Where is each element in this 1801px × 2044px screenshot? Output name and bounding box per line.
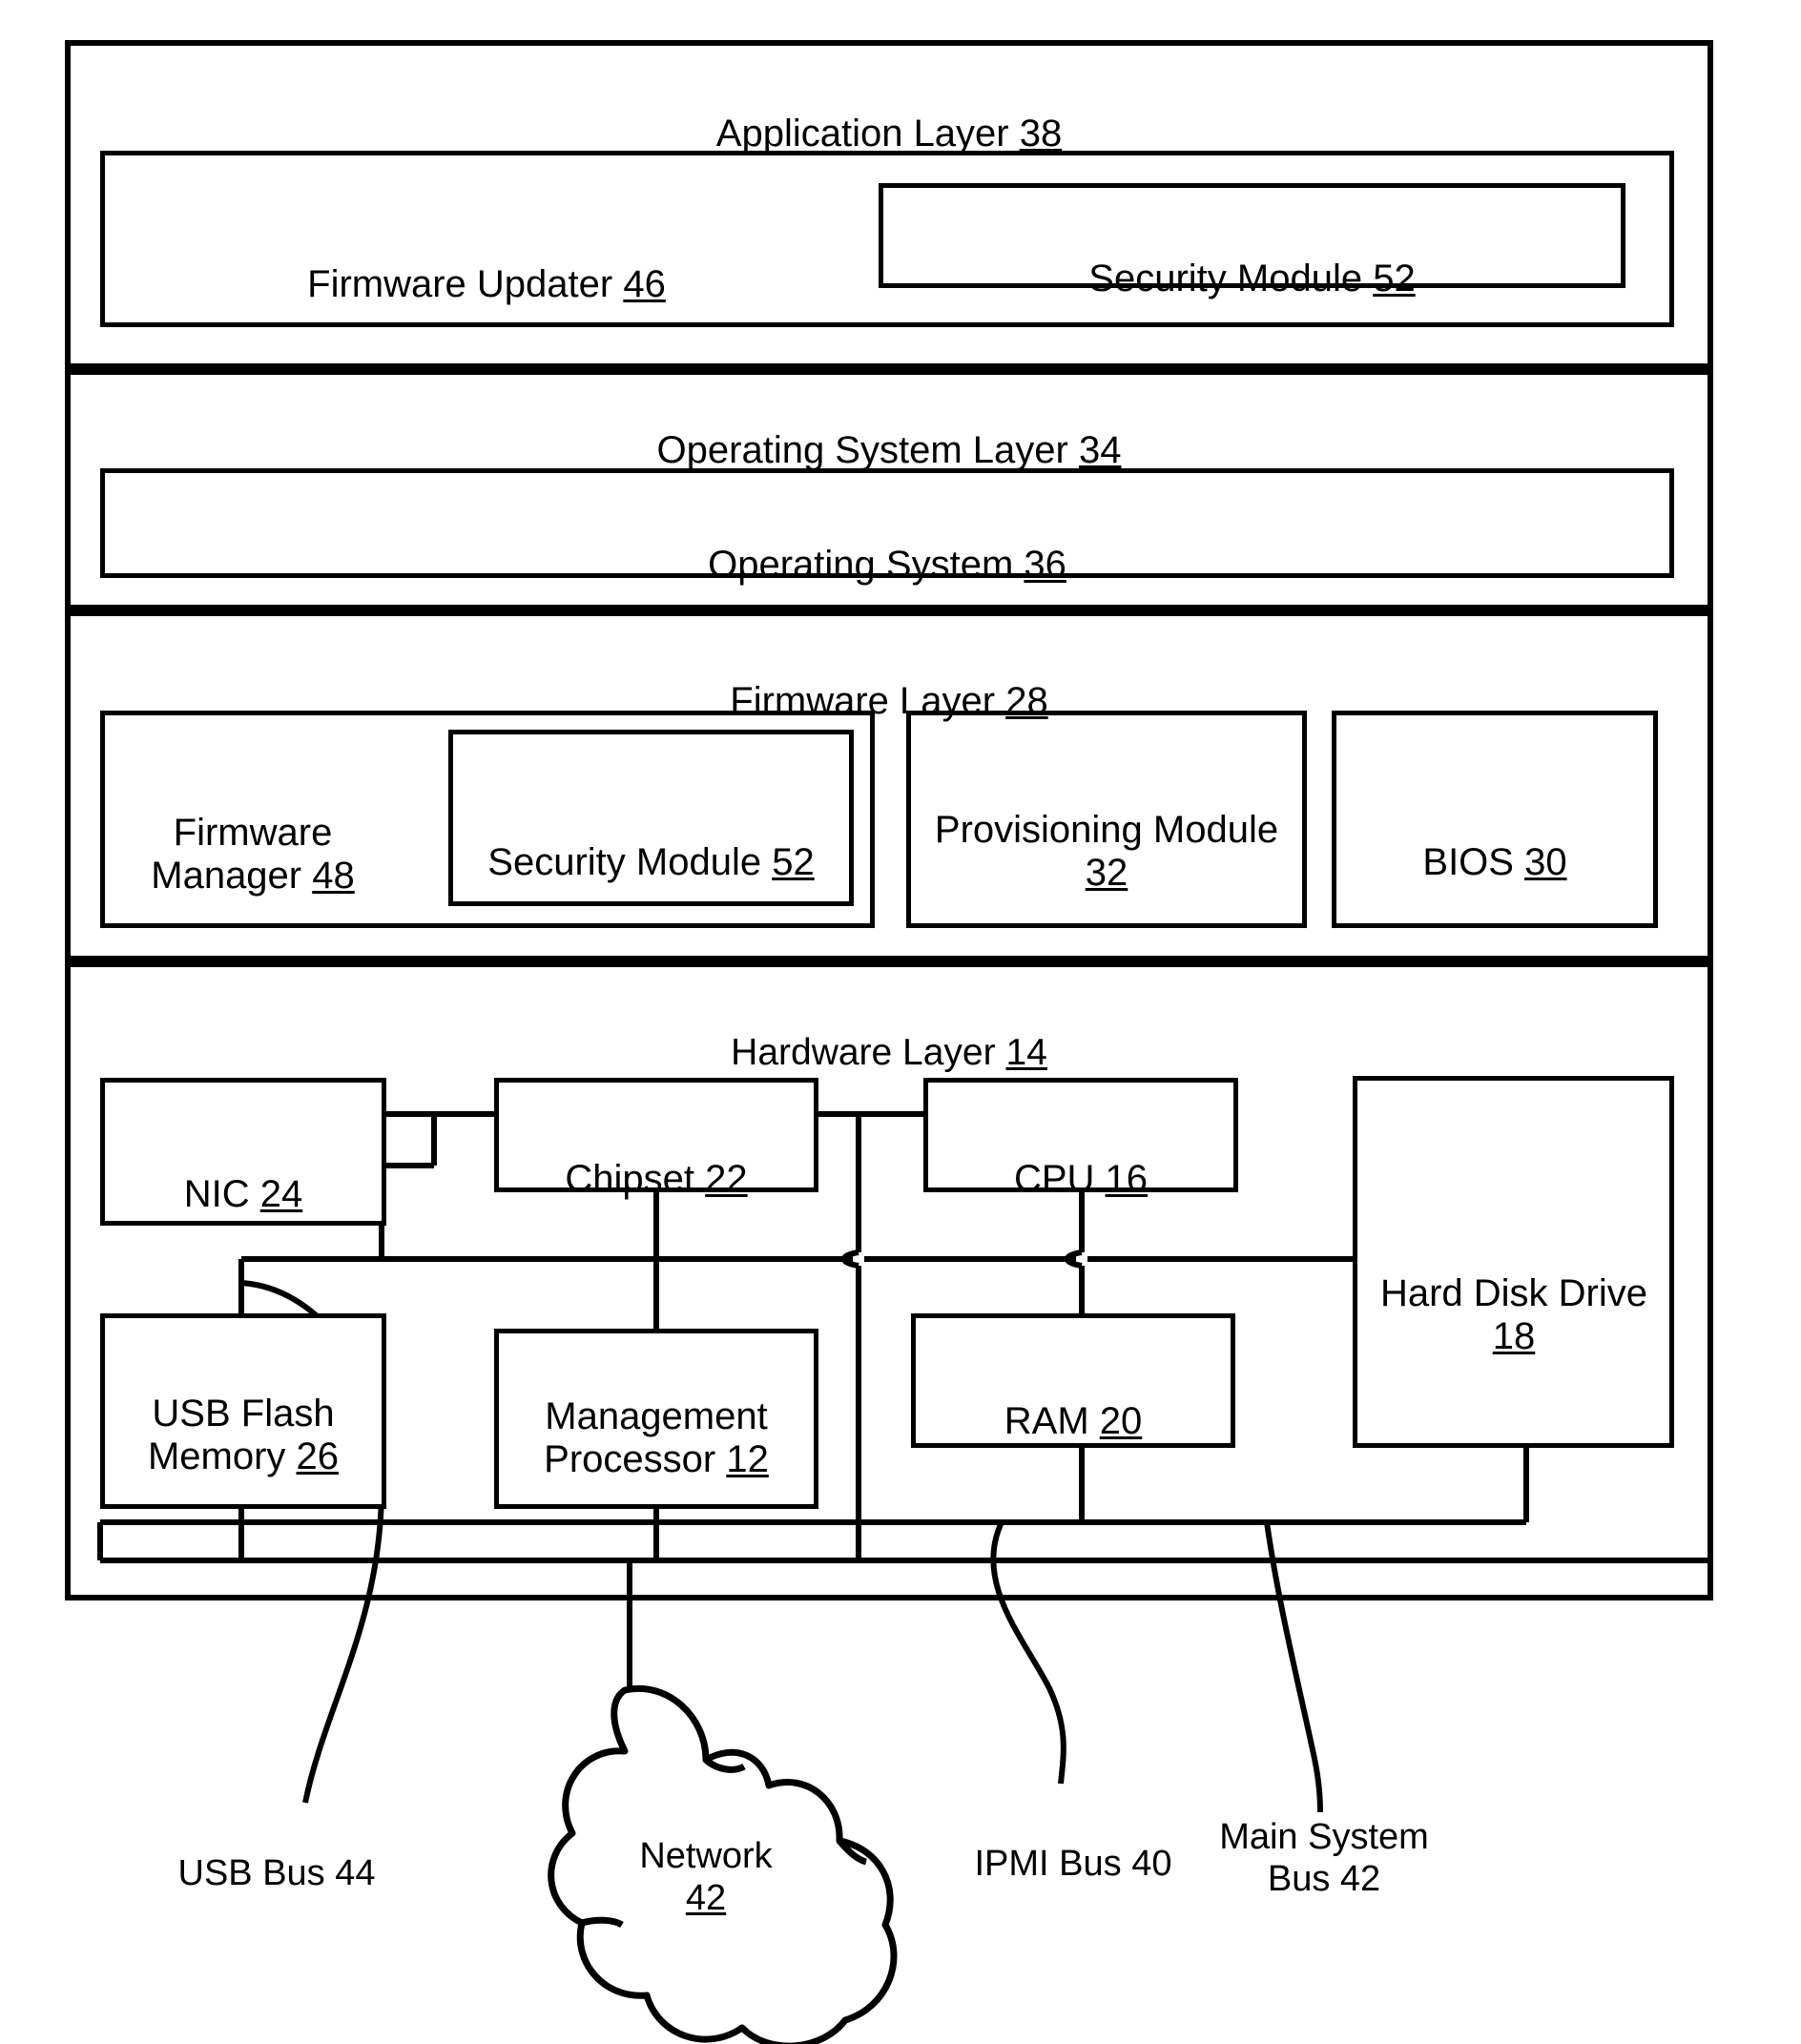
network-cloud-shape xyxy=(548,1685,898,2044)
patent-figure: Application Layer 38 Firmware Updater 46… xyxy=(0,0,1801,2044)
